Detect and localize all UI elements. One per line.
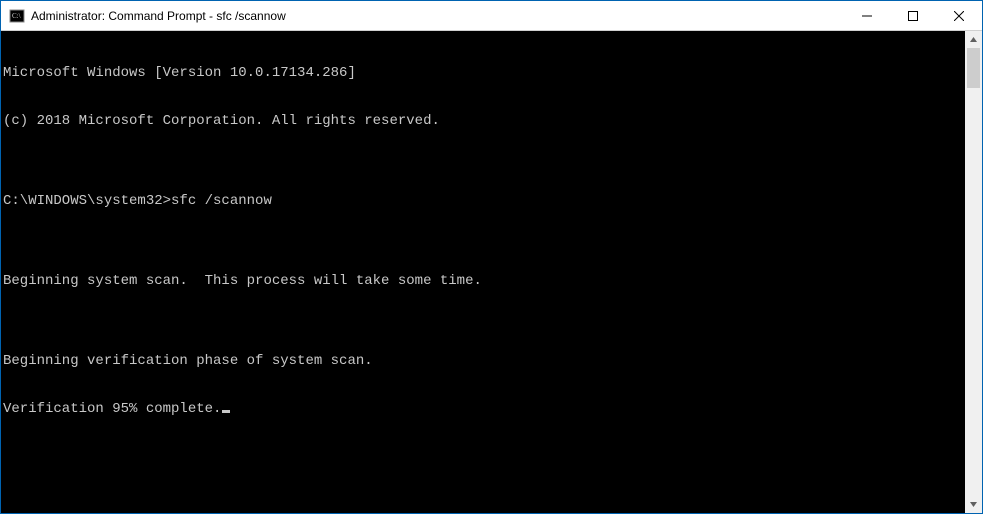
close-icon: [954, 11, 964, 21]
minimize-button[interactable]: [844, 1, 890, 30]
chevron-down-icon: [969, 500, 978, 509]
vertical-scrollbar[interactable]: [965, 31, 982, 513]
console-line: C:\WINDOWS\system32>sfc /scannow: [3, 193, 965, 209]
console-line: Microsoft Windows [Version 10.0.17134.28…: [3, 65, 965, 81]
close-button[interactable]: [936, 1, 982, 30]
scroll-track[interactable]: [965, 48, 982, 496]
maximize-icon: [908, 11, 918, 21]
console-line: Beginning system scan. This process will…: [3, 273, 965, 289]
text-cursor: [222, 410, 230, 413]
scroll-up-button[interactable]: [965, 31, 982, 48]
content-area: Microsoft Windows [Version 10.0.17134.28…: [1, 31, 982, 513]
command-prompt-window: C:\ Administrator: Command Prompt - sfc …: [0, 0, 983, 514]
scroll-down-button[interactable]: [965, 496, 982, 513]
console-text: Verification 95% complete.: [3, 401, 221, 417]
maximize-button[interactable]: [890, 1, 936, 30]
scroll-thumb[interactable]: [967, 48, 980, 88]
command-prompt-icon: C:\: [9, 8, 25, 24]
console-output[interactable]: Microsoft Windows [Version 10.0.17134.28…: [1, 31, 965, 513]
window-title: Administrator: Command Prompt - sfc /sca…: [31, 9, 286, 23]
chevron-up-icon: [969, 35, 978, 44]
console-line: Verification 95% complete.: [3, 401, 965, 417]
window-controls: [844, 1, 982, 30]
svg-text:C:\: C:\: [12, 12, 21, 20]
minimize-icon: [862, 11, 872, 21]
console-line: (c) 2018 Microsoft Corporation. All righ…: [3, 113, 965, 129]
console-line: Beginning verification phase of system s…: [3, 353, 965, 369]
titlebar[interactable]: C:\ Administrator: Command Prompt - sfc …: [1, 1, 982, 31]
